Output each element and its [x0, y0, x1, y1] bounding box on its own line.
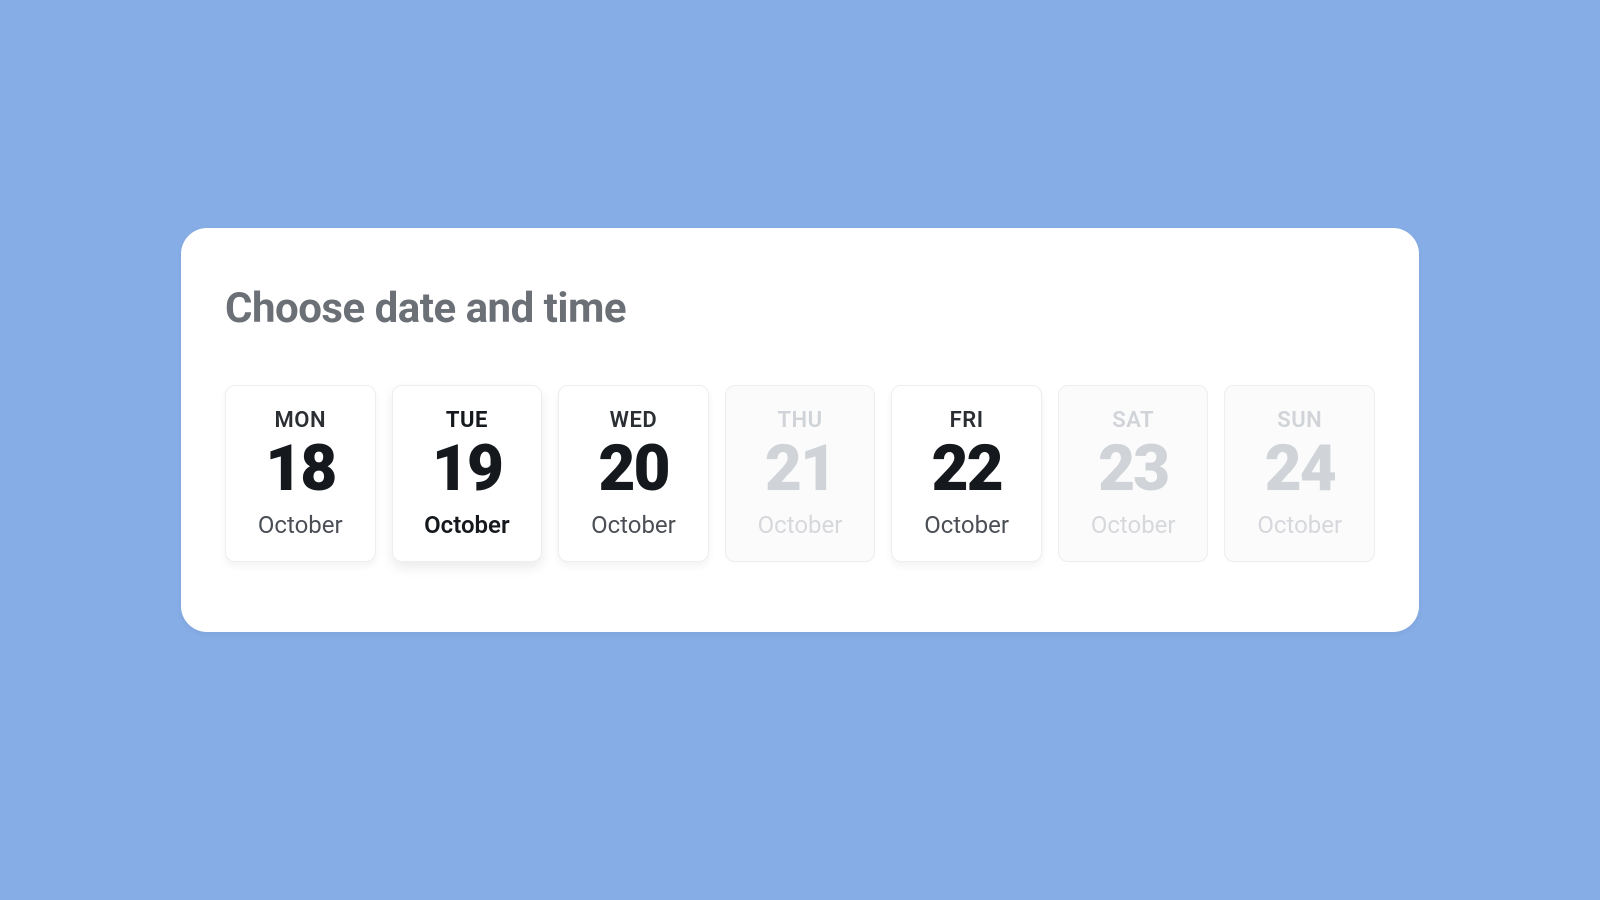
day-of-week: MON [275, 408, 326, 433]
day-option-thu: THU 21 October [725, 385, 876, 562]
day-of-week: THU [777, 408, 822, 433]
day-of-week: TUE [446, 408, 488, 433]
day-option-fri[interactable]: FRI 22 October [891, 385, 1042, 562]
day-option-sat: SAT 23 October [1058, 385, 1209, 562]
day-number: 21 [765, 437, 835, 501]
day-number: 20 [598, 437, 668, 501]
day-option-sun: SUN 24 October [1224, 385, 1375, 562]
days-row: MON 18 October TUE 19 October WED 20 Oct… [225, 385, 1375, 562]
month-label: October [258, 511, 343, 539]
heading: Choose date and time [225, 284, 1375, 333]
month-label: October [591, 511, 676, 539]
month-label: October [758, 511, 843, 539]
month-label: October [924, 511, 1009, 539]
day-number: 23 [1098, 437, 1168, 501]
day-number: 22 [932, 437, 1002, 501]
day-number: 19 [432, 437, 502, 501]
day-option-wed[interactable]: WED 20 October [558, 385, 709, 562]
day-of-week: SUN [1277, 408, 1322, 433]
day-of-week: SAT [1112, 408, 1154, 433]
date-picker-card: Choose date and time MON 18 October TUE … [181, 228, 1419, 632]
day-of-week: WED [610, 408, 658, 433]
month-label: October [1091, 511, 1176, 539]
day-option-mon[interactable]: MON 18 October [225, 385, 376, 562]
day-option-tue[interactable]: TUE 19 October [392, 385, 543, 562]
day-number: 24 [1265, 437, 1335, 501]
day-number: 18 [265, 437, 335, 501]
month-label: October [1257, 511, 1342, 539]
day-of-week: FRI [950, 408, 984, 433]
month-label: October [424, 511, 509, 539]
